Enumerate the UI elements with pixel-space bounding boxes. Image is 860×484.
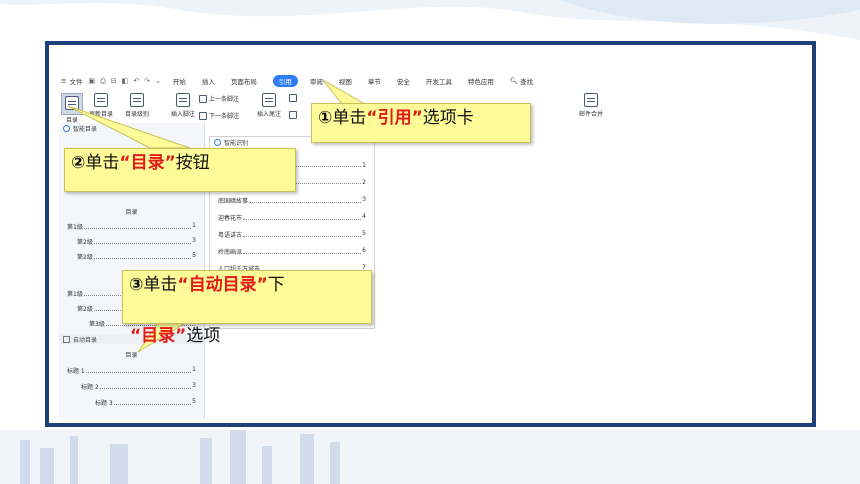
callout-text: 下: [267, 275, 285, 295]
callout-pointers: [67, 79, 374, 353]
callout-step-3-overflow: “目录”选项: [130, 326, 220, 346]
callout-number: ①: [318, 108, 333, 128]
callout-step-2: ②单击“目录”按钮: [64, 148, 296, 192]
callout-step-1: ①单击“引用”选项卡: [311, 103, 531, 143]
callout-text: 单击: [143, 275, 178, 295]
callout-highlight: “目录”: [119, 153, 176, 173]
callout-step-3: ③单击“自动目录”下: [122, 270, 372, 324]
callout-text: 选项卡: [422, 108, 474, 128]
callout-text: 单击: [332, 108, 367, 128]
callout-highlight: “目录”: [130, 326, 187, 346]
callout-text: 单击: [85, 153, 120, 173]
callout-highlight: “引用”: [366, 108, 423, 128]
callout-number: ②: [71, 153, 86, 173]
callout-highlight: “自动目录”: [177, 275, 268, 295]
callout-number: ③: [129, 275, 144, 295]
callout-text: 按钮: [175, 153, 210, 173]
callout-text: 选项: [186, 326, 221, 346]
